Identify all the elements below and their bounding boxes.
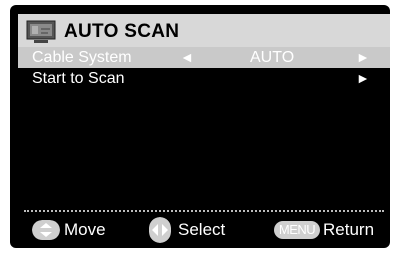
footer-select: Select [149,217,259,243]
footer-return: MENU Return [274,217,386,243]
osd-menu-window: AUTO SCAN Cable System ◄ AUTO ► Start to… [10,5,390,248]
menu-item-start-to-scan[interactable]: Start to Scan ► [18,68,390,89]
menu-item-cable-system[interactable]: Cable System ◄ AUTO ► [18,47,390,68]
footer-move: Move [32,217,142,243]
tv-icon [26,20,56,43]
left-arrow-icon[interactable]: ◄ [180,47,194,68]
footer-return-label: Return [323,220,375,239]
right-arrow-icon[interactable]: ► [356,68,370,89]
menu-item-label: Start to Scan [32,70,125,87]
right-arrow-icon[interactable]: ► [356,47,370,68]
footer-select-label: Select [178,220,226,239]
menu-titlebar: AUTO SCAN [18,14,390,50]
menu-item-label: Cable System [32,49,132,66]
footer-move-label: Move [64,220,106,239]
up-down-key-icon [32,220,60,240]
menu-key-badge: MENU [274,221,320,239]
menu-item-value: AUTO [250,49,295,66]
footer-divider [24,210,384,212]
menu-title: AUTO SCAN [64,21,180,42]
left-right-key-icon [149,217,171,243]
